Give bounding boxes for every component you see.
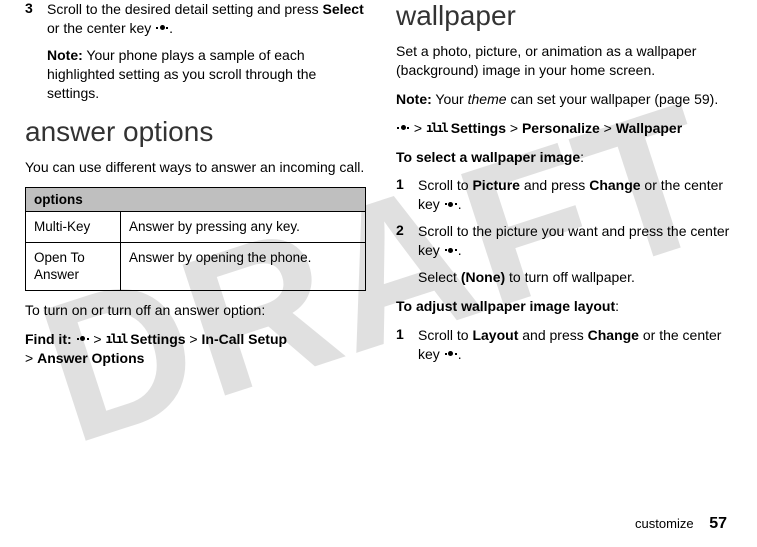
text: to turn off wallpaper. [505, 269, 635, 285]
table-row: Open To Answer Answer by opening the pho… [26, 242, 366, 290]
step-3-note: Note: Your phone plays a sample of each … [47, 46, 366, 103]
option-key: Open To Answer [26, 242, 121, 290]
text: Scroll to the desired detail setting and… [47, 1, 323, 17]
text: Scroll to [418, 177, 472, 193]
options-header: options [26, 188, 366, 212]
answer-intro: You can use different ways to answer an … [25, 158, 366, 177]
settings-icon: ılıl [426, 120, 447, 136]
step-3: 3 Scroll to the desired detail setting a… [25, 0, 366, 38]
section-name: customize [635, 516, 694, 531]
page-number: 57 [709, 515, 727, 532]
center-key-icon [444, 199, 458, 209]
incall-label: In-Call Setup [202, 331, 288, 347]
select-label: Select [323, 1, 364, 17]
answer-options-label: Answer Options [37, 350, 144, 366]
select-head-text: To select a wallpaper image [396, 149, 580, 165]
settings-label: Settings [126, 331, 185, 347]
picture-label: Picture [472, 177, 519, 193]
layout-label: Layout [472, 327, 518, 343]
step-text: Scroll to the picture you want and press… [418, 222, 737, 260]
heading-answer-options: answer options [25, 116, 366, 148]
colon: : [580, 149, 584, 165]
toggle-text: To turn on or turn off an answer option: [25, 301, 366, 320]
text: . [169, 20, 173, 36]
step-number: 3 [25, 0, 47, 38]
adjust-head-text: To adjust wallpaper image layout [396, 298, 615, 314]
page-content: 3 Scroll to the desired detail setting a… [0, 0, 757, 378]
center-key-icon [444, 349, 458, 359]
text: . [458, 346, 462, 362]
options-table: options Multi-Key Answer by pressing any… [25, 187, 366, 291]
adjust-step-1: 1 Scroll to Layout and press Change or t… [396, 326, 737, 364]
text: Your [432, 91, 468, 107]
step-number: 2 [396, 222, 418, 260]
select-step-2: 2 Scroll to the picture you want and pre… [396, 222, 737, 260]
step-text: Scroll to the desired detail setting and… [47, 0, 366, 38]
note-label: Note: [47, 47, 83, 63]
step-number: 1 [396, 326, 418, 364]
center-key-icon [396, 123, 410, 133]
wallpaper-note: Note: Your theme can set your wallpaper … [396, 90, 737, 109]
step-text: Scroll to Picture and press Change or th… [418, 176, 737, 214]
note-label: Note: [396, 91, 432, 107]
center-key-icon [444, 245, 458, 255]
select-step-2-sub: Select (None) to turn off wallpaper. [418, 268, 737, 287]
note-text: Your phone plays a sample of each highli… [47, 47, 316, 101]
text: Select [418, 269, 461, 285]
select-heading: To select a wallpaper image: [396, 148, 737, 167]
table-row: Multi-Key Answer by pressing any key. [26, 212, 366, 243]
none-label: (None) [461, 269, 505, 285]
text: Scroll to [418, 327, 472, 343]
option-key: Multi-Key [26, 212, 121, 243]
sep: > [90, 331, 106, 347]
colon: : [615, 298, 619, 314]
find-it-path: Find it: > ılıl Settings > In-Call Setup… [25, 330, 366, 368]
personalize-label: Personalize [522, 120, 600, 136]
wallpaper-path: > ılıl Settings > Personalize > Wallpape… [396, 119, 737, 138]
settings-label: Settings [447, 120, 506, 136]
wallpaper-intro: Set a photo, picture, or animation as a … [396, 42, 737, 80]
text: . [458, 196, 462, 212]
change-label: Change [588, 327, 639, 343]
sep: > [25, 350, 37, 366]
heading-wallpaper: wallpaper [396, 0, 737, 32]
sep: > [186, 331, 202, 347]
wallpaper-label: Wallpaper [616, 120, 682, 136]
text: . [458, 242, 462, 258]
sep: > [410, 120, 426, 136]
text: Scroll to the picture you want and press… [418, 223, 729, 258]
text: can set your wallpaper (page 59). [507, 91, 719, 107]
center-key-icon [155, 23, 169, 33]
adjust-heading: To adjust wallpaper image layout: [396, 297, 737, 316]
find-it-label: Find it: [25, 331, 72, 347]
sep: > [506, 120, 522, 136]
step-text: Scroll to Layout and press Change or the… [418, 326, 737, 364]
step-number: 1 [396, 176, 418, 214]
center-key-icon [76, 334, 90, 344]
sep: > [600, 120, 616, 136]
text: or the center key [47, 20, 155, 36]
right-column: wallpaper Set a photo, picture, or anima… [396, 0, 737, 378]
settings-icon: ılıl [106, 331, 127, 347]
text: and press [520, 177, 589, 193]
left-column: 3 Scroll to the desired detail setting a… [25, 0, 366, 378]
option-value: Answer by opening the phone. [121, 242, 366, 290]
option-value: Answer by pressing any key. [121, 212, 366, 243]
theme-word: theme [468, 91, 507, 107]
text: and press [518, 327, 587, 343]
select-step-1: 1 Scroll to Picture and press Change or … [396, 176, 737, 214]
change-label: Change [589, 177, 640, 193]
page-footer: customize 57 [635, 515, 727, 533]
